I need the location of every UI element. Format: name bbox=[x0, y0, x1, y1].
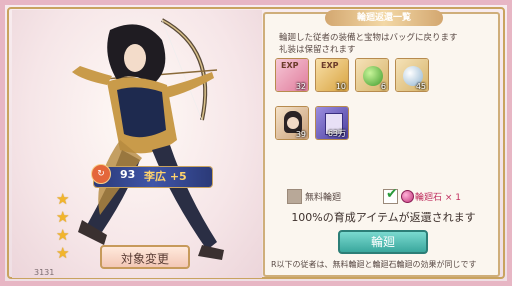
item-character-card[interactable]: 39 bbox=[275, 106, 309, 140]
item-purple-scroll[interactable]: 63万 bbox=[315, 106, 349, 140]
item-count: 45 bbox=[415, 82, 426, 91]
item-count: 39 bbox=[295, 130, 306, 139]
rarity-note: R以下の従者は、無料輪廻と輪廻石輪廻の効果が同じです bbox=[271, 260, 477, 269]
star-icon: ★ bbox=[56, 244, 70, 262]
hero-name: 李広 +5 bbox=[144, 170, 187, 183]
star-icon: ★ bbox=[56, 208, 70, 226]
free-rebirth-checkbox[interactable] bbox=[287, 189, 302, 204]
item-exp-potion-gold[interactable]: EXP 10 bbox=[315, 58, 349, 92]
item-label: EXP bbox=[321, 61, 339, 70]
hero-power: 3131 bbox=[34, 268, 55, 277]
hero-stars: ★ ★ ★ ★ bbox=[56, 190, 72, 262]
panel-description: 輪廻した従者の装備と宝物はバッグに戻ります 礼装は保留されます bbox=[279, 33, 458, 55]
hero-portrait bbox=[72, 18, 224, 260]
stone-rebirth-checkbox[interactable]: ✔ bbox=[383, 186, 398, 204]
level-badge-icon: ↻ bbox=[91, 164, 111, 184]
item-exp-potion-pink[interactable]: EXP 32 bbox=[275, 58, 309, 92]
item-silver-orb[interactable]: 45 bbox=[395, 58, 429, 92]
item-count: 63万 bbox=[327, 129, 346, 138]
rebirth-button[interactable]: 輪廻 bbox=[338, 230, 428, 254]
rebirth-stone-icon bbox=[401, 190, 414, 203]
panel-title: 輪廻返還一覧 bbox=[356, 13, 411, 23]
panel-title-bar: 輪廻返還一覧 bbox=[325, 10, 443, 26]
star-icon: ★ bbox=[56, 226, 70, 244]
item-count: 32 bbox=[295, 82, 306, 91]
item-count: 6 bbox=[380, 82, 386, 91]
item-label: EXP bbox=[281, 61, 299, 70]
portrait-face-icon bbox=[287, 117, 299, 129]
check-icon: ✔ bbox=[386, 186, 398, 202]
item-green-orb[interactable]: 6 bbox=[355, 58, 389, 92]
stone-rebirth-label: 輪廻石 × 1 bbox=[415, 193, 461, 203]
return-list-panel: 輪廻返還一覧 輪廻した従者の装備と宝物はバッグに戻ります 礼装は保留されます E… bbox=[263, 10, 500, 277]
item-count: 10 bbox=[335, 82, 346, 91]
change-target-button[interactable]: 対象変更 bbox=[100, 245, 190, 269]
hero-level: 93 bbox=[120, 168, 136, 181]
return-rate-text: 100%の育成アイテムが返還されます bbox=[291, 211, 476, 224]
free-rebirth-label: 無料輪廻 bbox=[305, 193, 342, 203]
character-display: ↻ 93 李広 +5 ★ ★ ★ ★ bbox=[12, 10, 262, 278]
star-icon: ★ bbox=[56, 190, 70, 208]
